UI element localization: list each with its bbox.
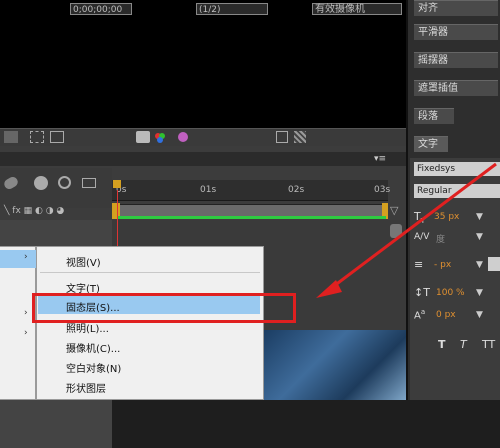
- tab-mask-interpolation[interactable]: 遮罩插值: [414, 80, 498, 96]
- checkerboard-icon[interactable]: [294, 131, 306, 143]
- annotation-arrow: [316, 162, 497, 298]
- tab-wiggler[interactable]: 摇摆器: [414, 52, 498, 68]
- all-caps-button[interactable]: TT: [482, 338, 495, 351]
- timeline-switches-header: [0, 168, 112, 208]
- transparency-grid-icon[interactable]: [276, 131, 288, 143]
- resolution-dropdown[interactable]: (1/2): [196, 3, 268, 15]
- search-layer-icon[interactable]: [34, 176, 48, 190]
- submenu-arrow-icon-2: ›: [24, 308, 28, 318]
- background-image: [264, 330, 406, 400]
- color-channel-icon[interactable]: [176, 131, 190, 143]
- tab-character[interactable]: 文字: [414, 136, 448, 152]
- layer-switches-icons: ╲ fx ▦ ◐ ◑ ◕: [4, 206, 65, 216]
- ruler-tick-01s: 01s: [200, 185, 217, 195]
- tab-align[interactable]: 对齐: [414, 0, 498, 16]
- current-time-field[interactable]: 0;00;00;00: [70, 3, 132, 15]
- grid-toggle-icon[interactable]: [50, 131, 64, 143]
- baseline-dropdown-icon[interactable]: ▼: [476, 310, 483, 320]
- menu-item-shape-layer[interactable]: 形状图层: [66, 380, 106, 395]
- baseline-shift-value[interactable]: 0 px: [436, 310, 456, 320]
- motion-blur-icon[interactable]: [58, 176, 71, 189]
- snapshot-icon[interactable]: [136, 131, 150, 143]
- submenu-arrow-icon: ›: [24, 252, 28, 262]
- show-snapshot-icon[interactable]: [154, 132, 166, 143]
- toolbar-dropdown-icon[interactable]: [4, 131, 18, 143]
- baseline-shift-icon: Aa: [414, 308, 426, 322]
- faux-bold-button[interactable]: T: [438, 338, 446, 351]
- composition-viewer[interactable]: [0, 0, 406, 128]
- tab-paragraph[interactable]: 段落: [414, 108, 454, 124]
- parent-context-menu: [0, 246, 36, 400]
- region-of-interest-icon[interactable]: [30, 131, 44, 143]
- faux-italic-button[interactable]: T: [460, 338, 467, 351]
- menu-separator: [40, 272, 260, 273]
- menu-item-null-object[interactable]: 空白对象(N): [66, 360, 121, 375]
- playhead-handle[interactable]: [113, 180, 121, 188]
- tab-smoother[interactable]: 平滑器: [414, 24, 498, 40]
- submenu-arrow-icon-3: ›: [24, 328, 28, 338]
- parent-menu-highlighted-item[interactable]: [0, 250, 36, 268]
- menu-item-viewer[interactable]: 视图(V): [66, 254, 101, 269]
- camera-dropdown[interactable]: 有效摄像机: [312, 3, 402, 15]
- menu-item-camera[interactable]: 摄像机(C)...: [66, 340, 120, 355]
- annotation-highlight-box: [32, 293, 296, 323]
- frame-blending-icon[interactable]: [82, 178, 96, 188]
